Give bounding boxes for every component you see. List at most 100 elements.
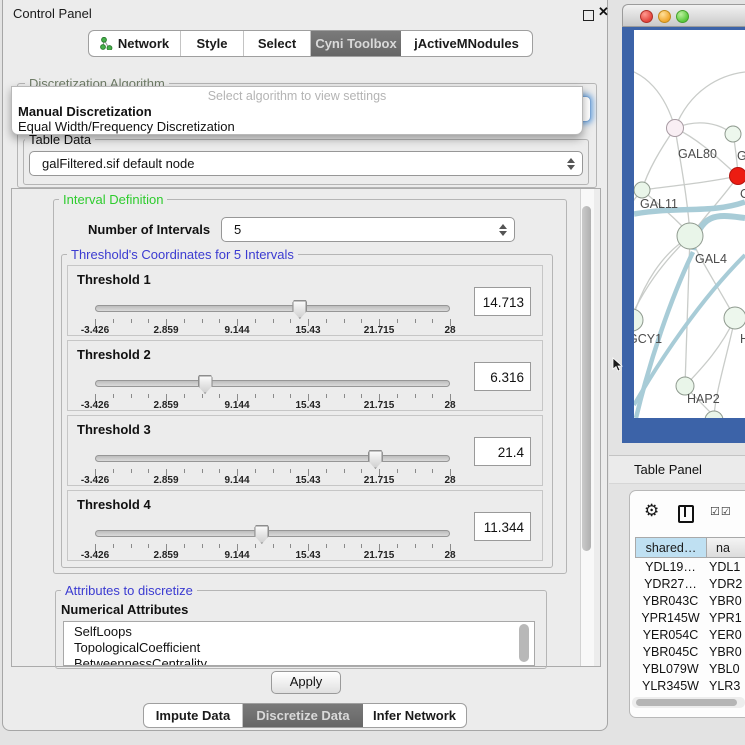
threshold-1-slider-track[interactable] (95, 305, 450, 312)
threshold-2-value-field[interactable]: 6.316 (474, 362, 531, 391)
cell-name[interactable]: YPR1 (709, 611, 742, 625)
attribute-item-topologicalcoefficient[interactable]: TopologicalCoefficient (64, 640, 534, 656)
column-header-name[interactable]: na (706, 537, 745, 558)
threshold-1-slider-thumb[interactable] (292, 300, 307, 319)
attributes-list[interactable]: SelfLoopsTopologicalCoefficientBetweenne… (63, 621, 535, 666)
node-bottom[interactable] (705, 411, 723, 418)
tab-cyni-toolbox[interactable]: Cyni Toolbox (311, 31, 401, 56)
cell-shared-name[interactable]: YLR345W (635, 679, 706, 693)
tab-select[interactable]: Select (244, 31, 311, 56)
node-right[interactable] (724, 307, 745, 329)
cell-shared-name[interactable]: YDR27… (635, 577, 706, 591)
attributes-list-scrollbar-thumb[interactable] (519, 624, 529, 662)
node-gal11-label: GAL11 (640, 197, 678, 211)
select-columns-checkboxes-icon[interactable]: ☑☑ (710, 505, 732, 518)
tab-network[interactable]: Network (89, 31, 181, 56)
threshold-2-slider-track[interactable] (95, 380, 450, 387)
close-icon[interactable]: ✕ (598, 4, 609, 20)
bottom-tab-discretize-data[interactable]: Discretize Data (243, 704, 363, 727)
minor-tick (273, 319, 274, 323)
table-row[interactable]: YBR045CYBR0 (635, 645, 745, 662)
network-edge[interactable] (690, 236, 735, 318)
network-icon (100, 37, 113, 50)
minor-tick (273, 469, 274, 473)
num-intervals-select[interactable]: 5 (221, 217, 515, 242)
cell-shared-name[interactable]: YBL079W (635, 662, 706, 676)
threshold-3-value-field[interactable]: 21.4 (474, 437, 531, 466)
table-row[interactable]: YPR145WYPR1 (635, 611, 745, 628)
network-edge[interactable] (634, 242, 682, 320)
minor-tick (397, 319, 398, 323)
threshold-4-slider-track[interactable] (95, 530, 450, 537)
cell-name[interactable]: YLR3 (709, 679, 740, 693)
network-edge[interactable] (642, 128, 675, 190)
cell-name[interactable]: YDL1 (709, 560, 740, 574)
bottom-tab-impute-data[interactable]: Impute Data (144, 704, 243, 727)
attribute-item-selfloops[interactable]: SelfLoops (64, 624, 534, 640)
node-top-right[interactable] (725, 126, 741, 142)
network-window-titlebar[interactable] (622, 4, 745, 27)
node-gcy1[interactable] (634, 309, 643, 331)
node-gal11[interactable] (634, 182, 650, 198)
table-row[interactable]: YDL19…YDL1 (635, 560, 745, 577)
network-edge[interactable] (642, 176, 738, 190)
threshold-1-value-field[interactable]: 14.713 (474, 287, 531, 316)
cell-name[interactable]: YBR0 (709, 645, 742, 659)
minor-tick (113, 544, 114, 548)
attribute-item-betweennesscentrality[interactable]: BetweennessCentrality (64, 656, 534, 666)
network-edge[interactable] (675, 72, 745, 128)
columns-icon[interactable] (678, 505, 694, 523)
threshold-2-slider-thumb[interactable] (198, 375, 213, 394)
dropdown-option-equal-width-frequency-discretization[interactable]: Equal Width/Frequency Discretization (12, 119, 582, 134)
minor-tick (415, 544, 416, 548)
network-canvas[interactable]: GAL80GACGAL11GAL4GCY1HHAP2 (634, 30, 745, 418)
table-row[interactable]: YBL079WYBL0 (635, 662, 745, 679)
threshold-2-box: Threshold 2-3.4262.8599.14415.4321.71528… (67, 340, 543, 411)
cell-name[interactable]: YBL0 (709, 662, 740, 676)
cell-name[interactable]: YDR2 (709, 577, 742, 591)
column-header-shared-name[interactable]: shared… (635, 537, 707, 558)
bottom-tab-bar: Impute DataDiscretize DataInfer Network (143, 703, 467, 728)
float-window-icon[interactable] (583, 10, 594, 21)
gear-icon[interactable]: ⚙ (644, 501, 659, 521)
bottom-tab-infer-network[interactable]: Infer Network (363, 704, 466, 727)
algorithm-dropdown-popup: Select algorithm to view settings Manual… (11, 86, 583, 135)
node-red[interactable] (730, 168, 745, 185)
tick-label: 28 (444, 550, 455, 561)
table-row[interactable]: YBR043CYBR0 (635, 594, 745, 611)
thresholds-group-label: Threshold's Coordinates for 5 Intervals (67, 247, 298, 262)
threshold-4-slider-thumb[interactable] (254, 525, 269, 544)
table-row[interactable]: YDR27…YDR2 (635, 577, 745, 594)
minor-tick (202, 469, 203, 473)
maximize-traffic-light[interactable] (676, 10, 689, 23)
minimize-traffic-light[interactable] (658, 10, 671, 23)
threshold-3-slider-track[interactable] (95, 455, 450, 462)
network-edge[interactable] (634, 70, 675, 128)
table-row[interactable]: YLR345WYLR3 (635, 679, 745, 696)
minor-tick (273, 544, 274, 548)
vertical-scrollbar-thumb[interactable] (582, 206, 591, 551)
close-traffic-light[interactable] (640, 10, 653, 23)
tab-jactivemnodules[interactable]: jActiveMNodules (401, 31, 532, 56)
table-data-select[interactable]: galFiltered.sif default node (29, 151, 583, 176)
tab-style[interactable]: Style (181, 31, 244, 56)
cell-shared-name[interactable]: YBR043C (635, 594, 706, 608)
cell-name[interactable]: YBR0 (709, 594, 742, 608)
cell-shared-name[interactable]: YER054C (635, 628, 706, 642)
cell-name[interactable]: YER0 (709, 628, 742, 642)
threshold-3-slider-thumb[interactable] (368, 450, 383, 469)
cell-shared-name[interactable]: YBR045C (635, 645, 706, 659)
node-gal80[interactable] (667, 120, 684, 137)
horizontal-scrollbar-thumb[interactable] (636, 699, 737, 706)
dropdown-option-manual-discretization[interactable]: Manual Discretization (12, 104, 582, 119)
minor-tick (219, 469, 220, 473)
table-row[interactable]: YER054CYER0 (635, 628, 745, 645)
cell-shared-name[interactable]: YPR145W (635, 611, 706, 625)
apply-button[interactable]: Apply (271, 671, 341, 694)
network-edge[interactable] (675, 128, 690, 236)
minor-tick (432, 394, 433, 398)
threshold-4-value-field[interactable]: 11.344 (474, 512, 531, 541)
minor-tick (219, 394, 220, 398)
cell-shared-name[interactable]: YDL19… (635, 560, 706, 574)
node-gal4[interactable] (677, 223, 703, 249)
